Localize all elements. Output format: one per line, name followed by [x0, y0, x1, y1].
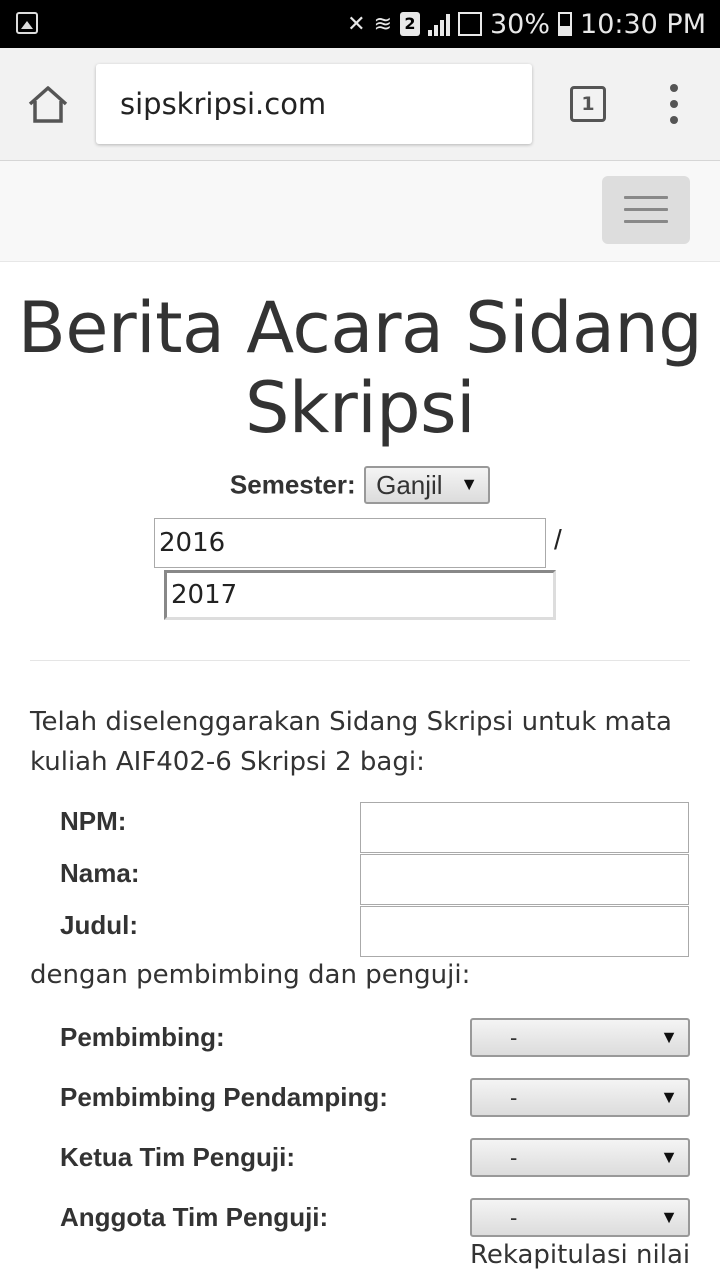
chevron-down-icon: ▼ [460, 474, 479, 494]
signal-icon [428, 12, 450, 36]
address-bar[interactable]: sipskripsi.com [96, 64, 532, 144]
year-start-input[interactable]: 2016 [154, 518, 546, 568]
chevron-down-icon: ▼ [660, 1147, 678, 1167]
ketua-penguji-select[interactable]: - ▼ [470, 1138, 690, 1177]
anggota-penguji-select[interactable]: - ▼ [470, 1198, 690, 1237]
chevron-down-icon: ▼ [660, 1087, 678, 1107]
semester-row: Semester: Ganjil ▼ [0, 466, 720, 508]
vibrate-mute-icon: ✕ [347, 11, 366, 37]
judul-field[interactable] [360, 906, 689, 957]
battery-icon [558, 12, 573, 36]
semester-select[interactable]: Ganjil ▼ [364, 466, 491, 504]
page-title: Berita Acara Sidang Skripsi [17, 287, 703, 449]
semester-label: Semester: [229, 469, 356, 500]
pembimbing-pendamping-select[interactable]: - ▼ [470, 1078, 690, 1117]
signal-icon [458, 12, 482, 36]
gallery-icon [16, 12, 38, 34]
url-text: sipskripsi.com [120, 87, 327, 121]
year-separator: / [554, 524, 562, 555]
chevron-down-icon: ▼ [660, 1027, 678, 1047]
pembimbing-select[interactable]: - ▼ [470, 1018, 690, 1057]
recap-heading: Rekapitulasi nilai [470, 1240, 691, 1270]
clock: 10:30 PM [580, 8, 706, 40]
year-end-input[interactable]: 2017 [164, 570, 556, 620]
pembimbing-pendamping-label: Pembimbing Pendamping: [60, 1082, 388, 1112]
ketua-penguji-label: Ketua Tim Penguji: [60, 1142, 295, 1172]
tabs-icon[interactable]: 1 [570, 86, 606, 122]
anggota-penguji-value: - [510, 1205, 518, 1230]
ketua-penguji-value: - [510, 1145, 518, 1170]
browser-toolbar: sipskripsi.com 1 [0, 48, 720, 161]
judul-label: Judul: [60, 910, 138, 940]
wifi-icon: ≋ [373, 11, 392, 37]
semester-value: Ganjil [376, 470, 443, 500]
npm-label: NPM: [60, 806, 127, 836]
intro-text: Telah diselenggarakan Sidang Skripsi unt… [30, 707, 672, 777]
pembimbing-pendamping-value: - [510, 1085, 518, 1110]
chevron-down-icon: ▼ [660, 1207, 678, 1227]
status-bar: ✕ ≋ 2 30% 10:30 PM [0, 0, 720, 48]
home-icon[interactable] [26, 84, 70, 124]
pembimbing-label: Pembimbing: [60, 1022, 225, 1052]
examiners-intro: dengan pembimbing dan penguji: [30, 960, 471, 990]
hamburger-icon[interactable] [602, 176, 690, 244]
battery-percent: 30% [490, 8, 551, 40]
nama-field[interactable] [360, 854, 689, 905]
pembimbing-value: - [510, 1025, 518, 1050]
sim-slot-badge: 2 [400, 12, 420, 36]
nama-label: Nama: [60, 858, 140, 888]
npm-field[interactable] [360, 802, 689, 853]
anggota-penguji-label: Anggota Tim Penguji: [60, 1202, 329, 1232]
site-navbar [0, 161, 720, 262]
divider [30, 660, 690, 661]
status-icons: ✕ ≋ 2 30% 10:30 PM [347, 6, 706, 42]
overflow-menu-icon[interactable] [664, 84, 684, 124]
